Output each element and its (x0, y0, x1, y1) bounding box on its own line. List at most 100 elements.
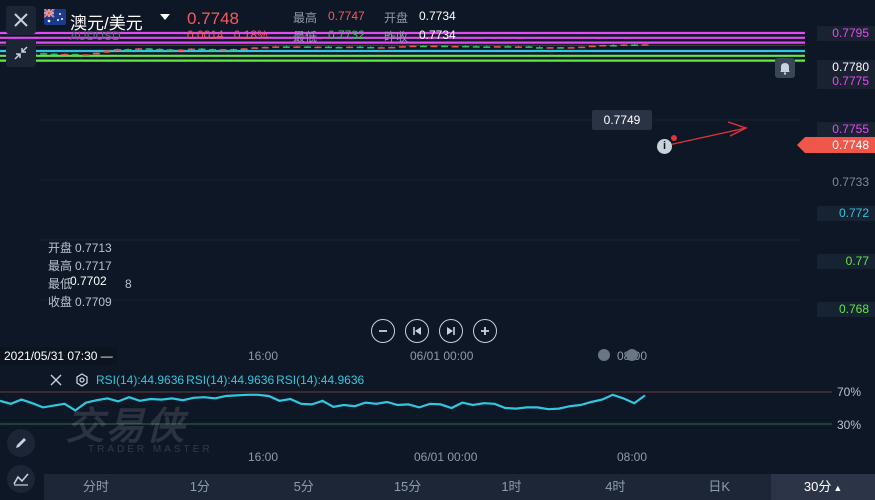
watermark-logo: 交易侠 (66, 406, 187, 448)
low-label: 最低 (293, 30, 318, 44)
price-tag: 0.768 (817, 302, 875, 317)
candle-body (208, 49, 216, 51)
tab-period[interactable]: 1时 (460, 474, 564, 500)
candle-body (272, 46, 280, 48)
close-icon (14, 13, 28, 27)
skip-back-icon (413, 327, 421, 335)
candle-body (557, 47, 565, 49)
plus-icon (481, 327, 489, 335)
draw-tool-button[interactable] (7, 429, 35, 457)
candle-body (240, 48, 248, 51)
australia-flag-icon (44, 9, 66, 25)
candle-body (356, 46, 364, 49)
candle-body (303, 46, 311, 48)
time-label: 08:00 (617, 450, 648, 464)
line-chart-icon (13, 473, 29, 486)
zoom-out-button[interactable] (371, 319, 395, 343)
last-price: 0.7748 (187, 9, 239, 28)
toggle-dot[interactable] (598, 349, 610, 361)
candle-body (441, 45, 449, 48)
high-value: 0.7747 (328, 9, 365, 23)
candle-body (419, 45, 427, 48)
bell-icon (780, 63, 790, 75)
candle-body (525, 46, 533, 48)
candle-body (103, 50, 111, 53)
crosshair-time-label: 2021/05/31 07:30 — (0, 347, 117, 365)
candle-body (630, 44, 638, 47)
close-indicator-button[interactable] (48, 372, 64, 388)
tab-period[interactable]: 分时 (44, 474, 148, 500)
skip-forward-icon (447, 327, 455, 335)
ohlc-low-value: 8 (125, 277, 132, 291)
prev-close-value: 0.7734 (419, 28, 456, 42)
candle-body (114, 49, 121, 51)
zoom-in-button[interactable] (473, 319, 497, 343)
active-tab-label: 30分 (803, 479, 832, 494)
time-label: 16:00 (248, 349, 279, 363)
candle-body (367, 46, 375, 49)
chart-grid (40, 59, 800, 301)
low-value: 0.7732 (328, 28, 365, 42)
candle-body (314, 46, 322, 49)
price-tag: 0.77 (817, 254, 875, 269)
candle-body (546, 47, 554, 49)
info-marker-icon[interactable]: i (657, 139, 672, 154)
ohlc-high-label: 最高 (48, 259, 73, 273)
open-label: 开盘 (384, 11, 409, 25)
price-tag: 0.7775 (817, 74, 875, 89)
watermark-subtitle: TRADER MASTER (88, 444, 213, 455)
candle-body (567, 47, 575, 49)
candle-body (462, 45, 470, 48)
tab-period[interactable]: 5分 (252, 474, 356, 500)
indicator-settings-button[interactable] (74, 372, 90, 388)
candle-body (145, 48, 153, 50)
candle-body (599, 45, 607, 47)
high-label: 最高 (293, 11, 318, 25)
close-button[interactable] (6, 6, 36, 34)
change-percent: 0.18% (233, 28, 268, 42)
prev-close-label: 昨收 (384, 30, 409, 44)
price-tag: 0.7755 (817, 122, 875, 137)
alert-bell-button[interactable] (775, 58, 795, 78)
tab-period[interactable]: 15分 (356, 474, 460, 500)
candle-body (483, 46, 491, 48)
candle-body (430, 45, 438, 48)
alert-price-tag: 0.7780 (817, 60, 875, 75)
ohlc-open-label: 开盘 (48, 241, 73, 255)
candle-body (61, 53, 69, 56)
tab-period[interactable]: 日K (667, 474, 771, 500)
chevron-down-icon[interactable] (160, 14, 170, 20)
minus-icon (379, 330, 387, 332)
price-tag: 0.772 (817, 206, 875, 221)
candle-body (251, 47, 259, 49)
indicator-tool-button[interactable] (7, 465, 35, 493)
candle-body (124, 49, 132, 51)
candle-body (177, 49, 185, 52)
tab-period[interactable]: 1分 (148, 474, 252, 500)
close-icon (50, 374, 62, 386)
tab-period-active[interactable]: 30分 ▲ (771, 474, 875, 500)
tab-period[interactable]: 4时 (563, 474, 667, 500)
last-price-tag: 0.7748 (797, 137, 875, 153)
candle-body (514, 46, 522, 48)
candle-body (198, 48, 206, 51)
rsi-overbought-label: 70% (837, 385, 862, 399)
scroll-start-button[interactable] (405, 319, 429, 343)
candle-body (578, 46, 586, 49)
pencil-icon (16, 438, 26, 448)
candle-body (377, 47, 385, 49)
scroll-end-button[interactable] (439, 319, 463, 343)
toggle-dot[interactable] (626, 349, 638, 361)
time-label: 06/01 00:00 (410, 349, 474, 363)
axis-price-label: 0.7733 (832, 175, 869, 189)
candle-body (50, 53, 58, 56)
candle-body (40, 53, 48, 55)
ohlc-high-value: 0.7717 (75, 259, 112, 273)
collapse-button[interactable] (6, 39, 36, 67)
rsi-oversold-label: 30% (837, 418, 862, 432)
gear-icon (76, 373, 88, 387)
open-value: 0.7734 (419, 9, 456, 23)
candle-body (398, 46, 406, 48)
time-label: 06/01 00:00 (414, 450, 478, 464)
candle-body (641, 44, 649, 46)
